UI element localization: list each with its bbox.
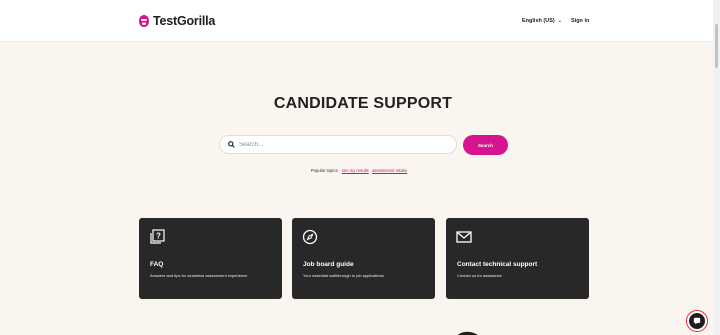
gorilla-logo-icon: [139, 15, 149, 27]
card-title: FAQ: [150, 261, 164, 268]
popular-topic-link[interactable]: see my results: [342, 168, 369, 173]
job-board-guide-card[interactable]: Job board guide Your essential walkthrou…: [292, 218, 435, 299]
popular-topics: Popular topics: see my results assessmen…: [0, 168, 718, 173]
hero-illustration: [457, 331, 478, 335]
contact-support-card[interactable]: Contact technical support Contact us for…: [446, 218, 589, 299]
brand-logo[interactable]: TestGorilla: [138, 14, 215, 28]
svg-text:?: ?: [156, 232, 161, 241]
compass-icon: [302, 229, 318, 245]
sign-in-link[interactable]: Sign in: [571, 18, 589, 24]
popular-topics-label: Popular topics:: [310, 168, 339, 173]
search-field[interactable]: [219, 135, 457, 154]
mail-icon: [456, 231, 472, 243]
faq-icon: ?: [150, 229, 165, 244]
search-input[interactable]: [239, 141, 439, 148]
search-icon: [228, 141, 235, 148]
page-title: CANDIDATE SUPPORT: [273, 95, 453, 112]
card-description: Contact us for assistance: [457, 273, 502, 278]
popular-topic-link[interactable]: assessment retake: [372, 168, 407, 173]
faq-card[interactable]: ? FAQ Answers and tips for seamless asse…: [139, 218, 282, 299]
top-navigation: TestGorilla English (US) ⌄ Sign in: [0, 0, 720, 42]
chevron-down-icon: ⌄: [557, 18, 562, 24]
search-button[interactable]: Search: [463, 135, 508, 155]
card-title: Contact technical support: [457, 261, 538, 268]
scrollbar-thumb[interactable]: [715, 24, 718, 68]
chat-button[interactable]: [686, 310, 708, 332]
card-description: Answers and tips for seamless assessment…: [150, 273, 248, 278]
brand-name: TestGorilla: [153, 14, 216, 28]
language-label: English (US): [522, 18, 555, 24]
card-title: Job board guide: [303, 261, 354, 268]
card-description: Your essential walkthrough to job applic…: [303, 273, 384, 278]
chat-icon: [689, 313, 705, 329]
language-selector[interactable]: English (US) ⌄: [522, 18, 562, 24]
